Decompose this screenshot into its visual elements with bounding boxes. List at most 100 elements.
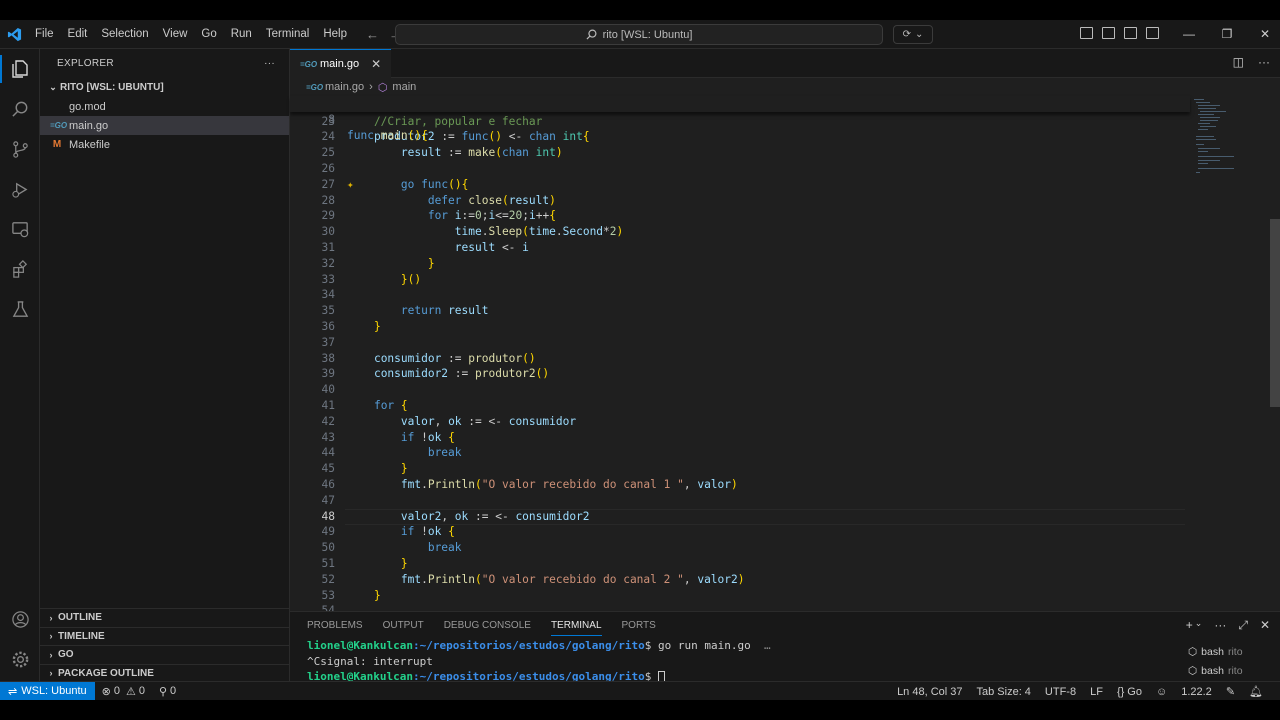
more-actions-icon[interactable]: ··· [1258, 55, 1270, 69]
code-line[interactable]: 26 [290, 161, 1190, 177]
code-line[interactable]: 45 } [290, 461, 1190, 477]
maximize-panel-icon[interactable]: ⤢ [1238, 618, 1248, 633]
toggle-sidebar-icon[interactable] [1102, 27, 1115, 39]
menu-run[interactable]: Run [224, 20, 259, 49]
back-arrow-icon[interactable]: ← [366, 27, 379, 42]
chevron-down-icon[interactable]: ⌄ [1195, 618, 1203, 633]
code-line[interactable]: 25 result := make(chan int) [290, 145, 1190, 161]
testing-icon[interactable] [0, 289, 40, 329]
code-line[interactable]: 34 [290, 287, 1190, 303]
code-line[interactable]: 32 } [290, 256, 1190, 272]
section-outline[interactable]: › OUTLINE [40, 608, 289, 627]
extensions-icon[interactable] [0, 249, 40, 289]
split-editor-icon[interactable]: ◫ [1233, 55, 1244, 69]
menu-selection[interactable]: Selection [94, 20, 155, 49]
menu-edit[interactable]: Edit [61, 20, 95, 49]
menu-file[interactable]: File [28, 20, 61, 49]
settings-gear-icon[interactable] [0, 639, 40, 679]
terminal-instance[interactable]: ⬡ bash rito [1188, 661, 1268, 680]
terminal-output[interactable]: lionel@Kankulcan:~/repositorios/estudos/… [307, 638, 771, 685]
close-window-icon[interactable]: ✕ [1246, 20, 1280, 49]
copilot-status[interactable]: ☺ [1149, 686, 1174, 698]
code-line[interactable]: 44 break [290, 445, 1190, 461]
code-line[interactable]: 35 return result [290, 303, 1190, 319]
accounts-icon[interactable] [0, 599, 40, 639]
tab-output[interactable]: OUTPUT [383, 620, 424, 631]
code-line[interactable]: 36 } [290, 319, 1190, 335]
file-main-go[interactable]: =GO main.go [40, 116, 289, 135]
tab-ports[interactable]: PORTS [622, 620, 656, 631]
command-center-search[interactable]: rito [WSL: Ubuntu] [395, 24, 883, 45]
file-go-mod[interactable]: go.mod [40, 97, 289, 116]
code-line[interactable]: 49 if !ok { [290, 524, 1190, 540]
breadcrumb-symbol[interactable]: main [392, 81, 416, 93]
run-debug-icon[interactable] [0, 169, 40, 209]
code-line[interactable]: 40 [290, 382, 1190, 398]
notifications-bell-icon[interactable]: 🔔︎ [1242, 685, 1270, 698]
remote-explorer-icon[interactable] [0, 209, 40, 249]
more-actions-icon[interactable]: ··· [1214, 618, 1226, 633]
restore-icon[interactable]: ❐ [1208, 20, 1246, 49]
more-actions-icon[interactable]: ··· [264, 58, 275, 69]
section-package-outline[interactable]: › PACKAGE OUTLINE [40, 663, 289, 683]
section-go[interactable]: › GO [40, 645, 289, 664]
code-editor[interactable]: 8 func main(){ 23 //Criar, popular e fec… [290, 96, 1190, 617]
editor-scrollbar[interactable] [1270, 219, 1280, 407]
breadcrumb-file[interactable]: main.go [325, 81, 364, 93]
go-version-edit-icon[interactable]: ✎ [1219, 685, 1242, 698]
problems-indicator[interactable]: ⊗ 0 ⚠ 0 [95, 685, 152, 698]
sparkle-icon[interactable]: ✦ [347, 177, 354, 193]
code-line[interactable]: 38 consumidor := produtor() [290, 351, 1190, 367]
code-line[interactable]: 46 fmt.Println("O valor recebido do cana… [290, 477, 1190, 493]
encoding[interactable]: UTF-8 [1038, 686, 1083, 698]
search-view-icon[interactable] [0, 89, 40, 129]
new-terminal-icon[interactable]: + [1186, 618, 1193, 633]
section-timeline[interactable]: › TIMELINE [40, 626, 289, 646]
toggle-panel-icon[interactable] [1124, 27, 1137, 39]
code-line[interactable]: 28 defer close(result) [290, 193, 1190, 209]
tab-main-go[interactable]: =GO main.go ✕ [290, 49, 392, 78]
code-line[interactable]: 37 [290, 335, 1190, 351]
sticky-scroll-line[interactable]: 8 func main(){ [290, 96, 1190, 142]
code-line[interactable]: 53 } [290, 588, 1190, 604]
menu-go[interactable]: Go [194, 20, 223, 49]
toggle-secondary-sidebar-icon[interactable] [1146, 27, 1159, 39]
copilot-button[interactable]: ⟳ ⌄ [893, 25, 933, 44]
code-line[interactable]: 39 consumidor2 := produtor2() [290, 366, 1190, 382]
tab-terminal[interactable]: TERMINAL [550, 620, 602, 636]
code-line[interactable]: 50 break [290, 540, 1190, 556]
code-line[interactable]: 48 valor2, ok := <- consumidor2 [290, 508, 1190, 525]
code-line[interactable]: 30 time.Sleep(time.Second*2) [290, 224, 1190, 240]
code-line[interactable]: 43 if !ok { [290, 430, 1190, 446]
tab-problems[interactable]: PROBLEMS [307, 620, 363, 631]
code-line[interactable]: 51 } [290, 556, 1190, 572]
explorer-icon[interactable] [0, 49, 40, 89]
go-version[interactable]: 1.22.2 [1174, 686, 1219, 698]
menu-help[interactable]: Help [316, 20, 354, 49]
menu-terminal[interactable]: Terminal [259, 20, 316, 49]
code-line[interactable]: 42 valor, ok := <- consumidor [290, 414, 1190, 430]
source-control-icon[interactable] [0, 129, 40, 169]
workspace-folder[interactable]: ⌄ RITO [WSL: UBUNTU] [40, 77, 289, 97]
minimize-icon[interactable]: — [1170, 20, 1208, 49]
minimap[interactable] [1190, 96, 1270, 611]
code-line[interactable]: 33 }() [290, 272, 1190, 288]
cursor-position[interactable]: Ln 48, Col 37 [890, 686, 969, 698]
end-of-line[interactable]: LF [1083, 686, 1110, 698]
close-tab-icon[interactable]: ✕ [371, 57, 381, 71]
remote-indicator[interactable]: ⇌ WSL: Ubuntu [0, 681, 95, 701]
tab-size[interactable]: Tab Size: 4 [970, 686, 1038, 698]
code-line[interactable]: 41 for { [290, 398, 1190, 414]
terminal-instance[interactable]: ⬡ bash rito [1188, 642, 1268, 661]
code-line[interactable]: 47 [290, 493, 1190, 509]
code-line[interactable]: 29 for i:=0;i<=20;i++{ [290, 208, 1190, 224]
close-panel-icon[interactable]: ✕ [1260, 618, 1270, 633]
ports-indicator[interactable]: ⚲ 0 [152, 685, 183, 698]
menu-view[interactable]: View [156, 20, 195, 49]
tab-debug-console[interactable]: DEBUG CONSOLE [444, 620, 531, 631]
code-line[interactable]: 27 go func(){✦ [290, 177, 1190, 193]
code-line[interactable]: 52 fmt.Println("O valor recebido do cana… [290, 572, 1190, 588]
language-mode[interactable]: {} Go [1110, 686, 1149, 698]
customize-layout-icon[interactable] [1080, 27, 1093, 39]
file-makefile[interactable]: M Makefile [40, 135, 289, 154]
